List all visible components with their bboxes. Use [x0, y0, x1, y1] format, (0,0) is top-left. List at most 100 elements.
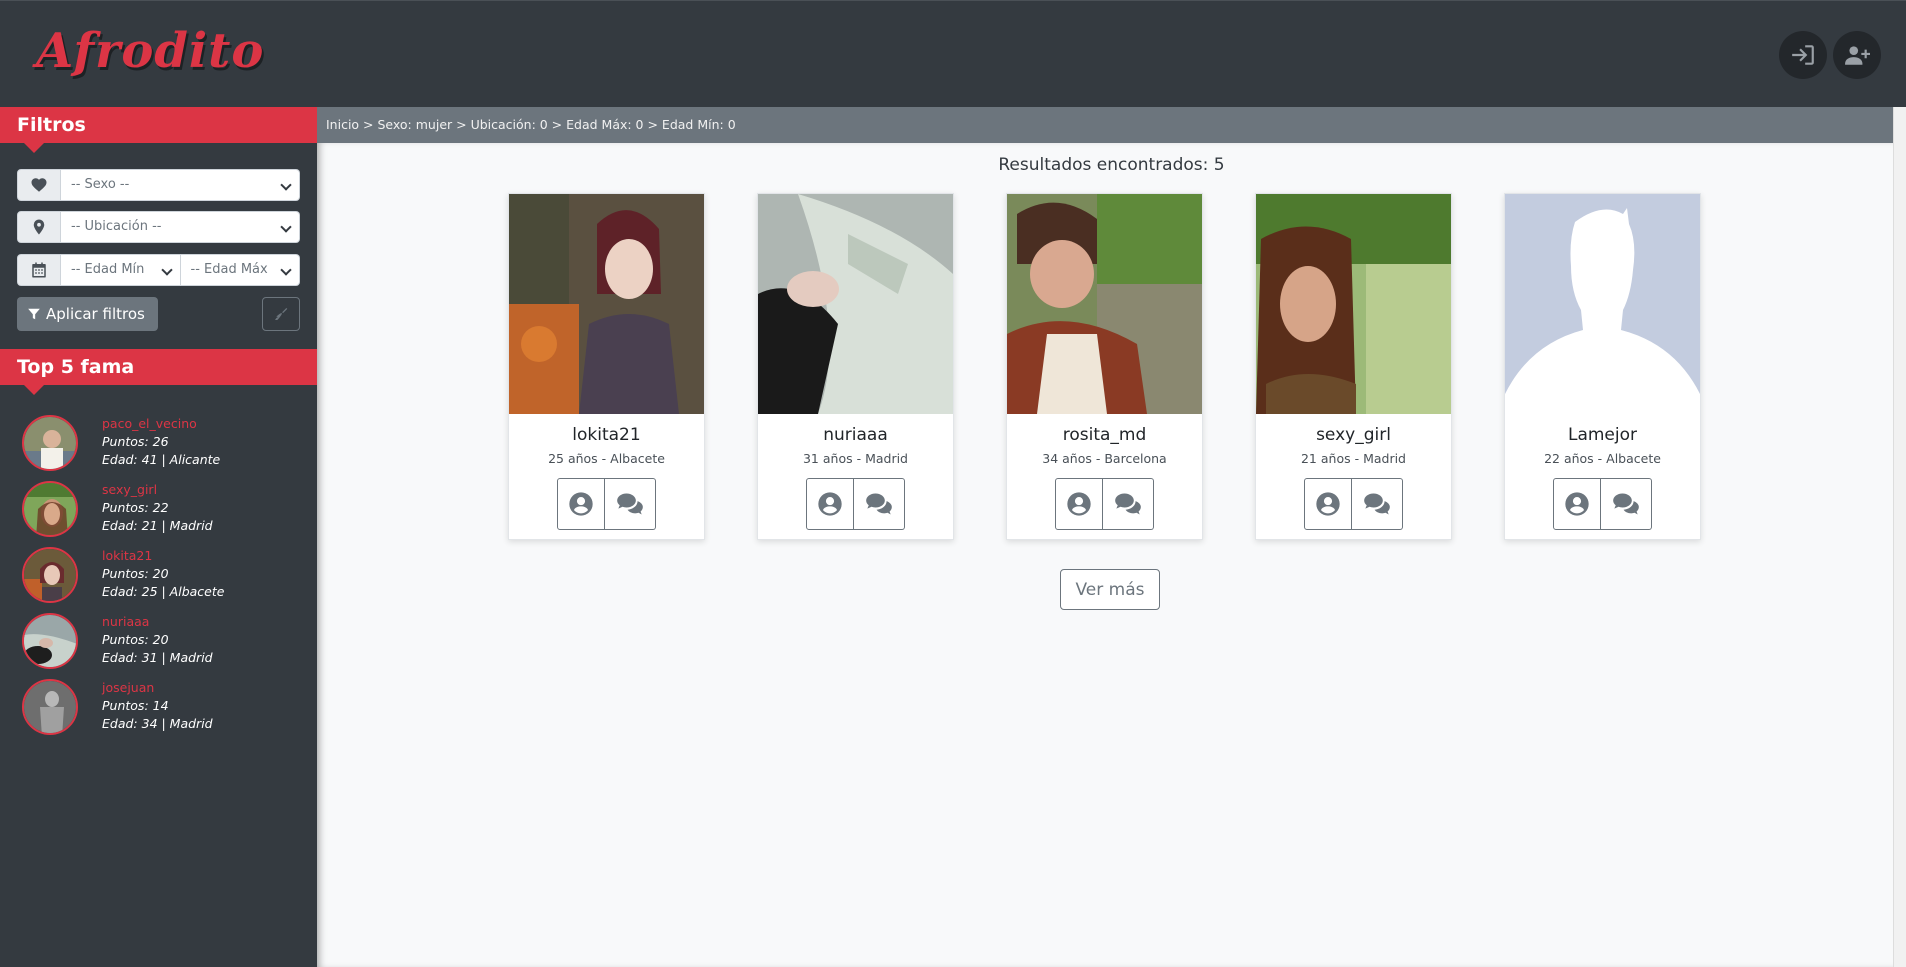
profile-card: nuriaaa 31 años - Madrid [757, 193, 954, 540]
profile-photo[interactable] [758, 194, 953, 414]
profile-username[interactable]: sexy_girl [1256, 425, 1451, 445]
top-username[interactable]: josejuan [102, 679, 213, 697]
profile-photo[interactable] [1007, 194, 1202, 414]
profile-photo[interactable] [509, 194, 704, 414]
top-details: Edad: 31 | Madrid [102, 650, 213, 665]
results-count: Resultados encontrados: 5 [998, 155, 1225, 175]
card-actions [1553, 478, 1652, 530]
top-item[interactable]: sexy_girl Puntos: 22 Edad: 21 | Madrid [22, 481, 312, 547]
profile-meta: 25 años - Albacete [548, 451, 665, 466]
profile-card: rosita_md 34 años - Barcelona [1006, 193, 1203, 540]
card-actions [1304, 478, 1403, 530]
top-fame-list: paco_el_vecino Puntos: 26 Edad: 41 | Ali… [22, 415, 312, 745]
scrollbar[interactable] [1893, 107, 1906, 967]
chat-button[interactable] [1352, 478, 1403, 530]
profile-card: sexy_girl 21 años - Madrid [1255, 193, 1452, 540]
top-details: Edad: 34 | Madrid [102, 716, 213, 731]
chat-button[interactable] [854, 478, 905, 530]
user-circle-icon [1565, 492, 1589, 516]
avatar[interactable] [22, 679, 78, 735]
top-points: Puntos: 14 [102, 698, 169, 713]
top-item[interactable]: paco_el_vecino Puntos: 26 Edad: 41 | Ali… [22, 415, 312, 481]
comments-icon [1115, 493, 1141, 515]
view-profile-button[interactable] [1553, 478, 1601, 530]
avatar[interactable] [22, 613, 78, 669]
comments-icon [617, 493, 643, 515]
top-username[interactable]: paco_el_vecino [102, 415, 220, 433]
sidebar: Filtros -- Sexo -- -- Ubicación -- -- Ed… [0, 107, 317, 967]
apply-filters-button[interactable]: Aplicar filtros [17, 297, 158, 331]
view-profile-button[interactable] [1304, 478, 1352, 530]
top-username[interactable]: sexy_girl [102, 481, 213, 499]
apply-filters-label: Aplicar filtros [46, 305, 145, 323]
profile-card: lokita21 25 años - Albacete [508, 193, 705, 540]
avatar[interactable] [22, 415, 78, 471]
ubicacion-filter: -- Ubicación -- [17, 211, 300, 243]
chat-button[interactable] [605, 478, 656, 530]
login-button[interactable] [1779, 31, 1827, 79]
user-circle-icon [569, 492, 593, 516]
comments-icon [1613, 493, 1639, 515]
top-details: Edad: 21 | Madrid [102, 518, 213, 533]
edad-min-select[interactable]: -- Edad Mín [61, 254, 181, 286]
edad-filter: -- Edad Mín -- Edad Máx [17, 254, 300, 286]
view-profile-button[interactable] [557, 478, 605, 530]
filters-title: Filtros [0, 107, 317, 153]
top-details: Edad: 41 | Alicante [102, 452, 221, 467]
chat-button[interactable] [1601, 478, 1652, 530]
profile-photo[interactable] [1256, 194, 1451, 414]
profile-meta: 22 años - Albacete [1544, 451, 1661, 466]
broom-icon [275, 308, 288, 320]
profile-meta: 21 años - Madrid [1300, 451, 1406, 466]
top-fame-title: Top 5 fama [0, 349, 317, 395]
site-logo[interactable]: Afrodito [36, 23, 264, 79]
profile-username[interactable]: nuriaaa [758, 425, 953, 445]
card-actions [557, 478, 656, 530]
calendar-icon [17, 254, 61, 286]
user-circle-icon [1316, 492, 1340, 516]
profile-photo-placeholder[interactable] [1505, 194, 1700, 414]
sexo-select[interactable]: -- Sexo -- [61, 169, 300, 201]
top-points: Puntos: 20 [102, 566, 169, 581]
avatar[interactable] [22, 481, 78, 537]
top-points: Puntos: 26 [102, 434, 169, 449]
chat-button[interactable] [1103, 478, 1154, 530]
sexo-filter: -- Sexo -- [17, 169, 300, 201]
top-item[interactable]: nuriaaa Puntos: 20 Edad: 31 | Madrid [22, 613, 312, 679]
top-navbar: Afrodito [0, 0, 1906, 107]
results-panel: Resultados encontrados: 5 lokita21 25 añ… [317, 143, 1906, 967]
profile-username[interactable]: lokita21 [509, 425, 704, 445]
top-points: Puntos: 20 [102, 632, 169, 647]
view-profile-button[interactable] [806, 478, 854, 530]
map-marker-icon [17, 211, 61, 243]
clear-filters-button[interactable] [262, 297, 300, 331]
top-item[interactable]: josejuan Puntos: 14 Edad: 34 | Madrid [22, 679, 312, 745]
card-actions [1055, 478, 1154, 530]
load-more-button[interactable]: Ver más [1060, 569, 1160, 610]
card-actions [806, 478, 905, 530]
filter-icon [28, 308, 40, 320]
comments-icon [1364, 493, 1390, 515]
comments-icon [866, 493, 892, 515]
sign-in-icon [1792, 45, 1814, 65]
user-circle-icon [1067, 492, 1091, 516]
heart-icon [17, 169, 61, 201]
top-item[interactable]: lokita21 Puntos: 20 Edad: 25 | Albacete [22, 547, 312, 613]
view-profile-button[interactable] [1055, 478, 1103, 530]
top-username[interactable]: lokita21 [102, 547, 224, 565]
top-points: Puntos: 22 [102, 500, 169, 515]
avatar[interactable] [22, 547, 78, 603]
profile-card: Lamejor 22 años - Albacete [1504, 193, 1701, 540]
profile-username[interactable]: rosita_md [1007, 425, 1202, 445]
profile-username[interactable]: Lamejor [1505, 425, 1700, 445]
register-button[interactable] [1833, 31, 1881, 79]
user-circle-icon [818, 492, 842, 516]
user-plus-icon [1845, 46, 1870, 65]
profile-meta: 31 años - Madrid [802, 451, 908, 466]
profile-meta: 34 años - Barcelona [1042, 451, 1167, 466]
ubicacion-select[interactable]: -- Ubicación -- [61, 211, 300, 243]
top-details: Edad: 25 | Albacete [102, 584, 225, 599]
edad-max-select[interactable]: -- Edad Máx [180, 254, 300, 286]
breadcrumb[interactable]: Inicio > Sexo: mujer > Ubicación: 0 > Ed… [317, 107, 1906, 143]
top-username[interactable]: nuriaaa [102, 613, 213, 631]
